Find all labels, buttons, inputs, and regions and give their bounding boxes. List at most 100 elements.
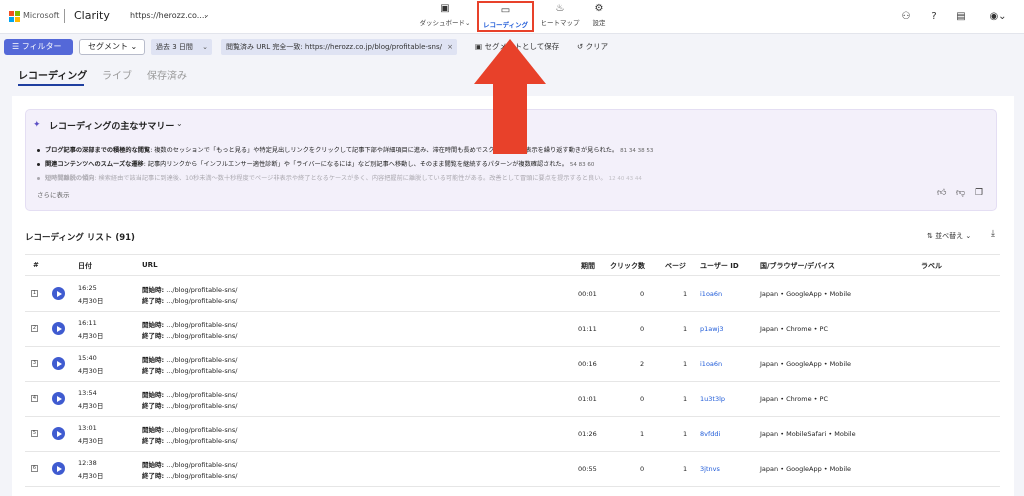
- row-date: 4月30日: [78, 437, 104, 445]
- row-duration: 01:11: [578, 325, 597, 333]
- clear-button[interactable]: ↺ クリア: [577, 39, 608, 55]
- play-button[interactable]: [52, 392, 65, 405]
- play-button[interactable]: [52, 357, 65, 370]
- close-icon[interactable]: ×: [447, 39, 453, 55]
- nav-dashboard[interactable]: ▣ ダッシュボード⌄: [418, 3, 472, 31]
- row-date: 4月30日: [78, 297, 104, 305]
- nav-heatmaps[interactable]: ♨ ヒートマップ: [538, 3, 582, 31]
- column-header-label: ラベル: [921, 262, 942, 270]
- row-end-url: 終了時: .../blog/profitable-sns/: [142, 402, 238, 410]
- tab-live[interactable]: ライブ: [102, 67, 132, 82]
- recording-list-title: レコーディング リスト (91): [25, 233, 135, 243]
- annotation-arrow-head: [474, 39, 546, 84]
- project-selector[interactable]: https://herozz.co....: [130, 11, 207, 20]
- row-index: 2: [31, 325, 38, 332]
- nav-recordings[interactable]: ▭ レコーディング: [477, 1, 534, 32]
- row-clicks: 0: [640, 395, 645, 403]
- row-date: 4月30日: [78, 402, 104, 410]
- row-environment: Japan • Chrome • PC: [760, 395, 829, 403]
- annotation-arrow-shaft: [493, 82, 527, 154]
- copy-icon[interactable]: ❐: [975, 188, 983, 198]
- column-header-num: #: [33, 261, 39, 269]
- row-environment: Japan • GoogleApp • Mobile: [760, 465, 852, 473]
- nav-recordings-label: レコーディング: [482, 21, 529, 29]
- column-header-environment: 国/ブラウザー/デバイス: [760, 262, 835, 270]
- row-start-url: 開始時: .../blog/profitable-sns/: [142, 426, 238, 434]
- row-date: 4月30日: [78, 332, 104, 340]
- row-environment: Japan • Chrome • PC: [760, 325, 829, 333]
- row-start-url: 開始時: .../blog/profitable-sns/: [142, 321, 238, 329]
- chevron-down-icon: ⌄: [128, 42, 138, 51]
- date-range-chip[interactable]: 過去 3 日間 ⌄: [151, 39, 212, 55]
- row-pages: 1: [683, 430, 688, 438]
- play-button[interactable]: [52, 287, 65, 300]
- row-user-id[interactable]: 3jtnvs: [700, 465, 720, 473]
- nav-settings-label: 設定: [592, 19, 606, 27]
- chevron-down-icon[interactable]: ⌄: [203, 10, 210, 19]
- row-clicks: 0: [640, 465, 645, 473]
- thumbs-down-icon[interactable]: 👎︎: [956, 188, 965, 198]
- row-index: 4: [31, 395, 38, 402]
- row-user-id[interactable]: 8vfddi: [700, 430, 720, 438]
- download-icon[interactable]: ⤓: [991, 229, 995, 239]
- top-bar: Microsoft Clarity https://herozz.co.... …: [0, 0, 1024, 34]
- row-clicks: 2: [640, 360, 645, 368]
- row-start-url: 開始時: .../blog/profitable-sns/: [142, 356, 238, 364]
- row-user-id[interactable]: 1u3t3lp: [700, 395, 725, 403]
- nav-settings[interactable]: ⚙ 設定: [588, 3, 610, 31]
- row-user-id[interactable]: i1oa6n: [700, 290, 722, 298]
- brand-divider: [64, 9, 65, 23]
- column-header-pages[interactable]: ページ: [665, 261, 686, 271]
- row-clicks: 1: [640, 430, 645, 438]
- nav-heatmaps-label: ヒートマップ: [540, 19, 580, 27]
- tab-recordings[interactable]: レコーディング: [18, 67, 87, 82]
- row-end-url: 終了時: .../blog/profitable-sns/: [142, 472, 238, 480]
- row-index: 3: [31, 360, 38, 367]
- segment-button[interactable]: セグメント ⌄: [79, 39, 145, 55]
- url-filter-chip[interactable]: 閲覧済み URL 完全一致: https://herozz.co.jp/blog…: [221, 39, 457, 55]
- column-header-clicks[interactable]: クリック数: [610, 261, 645, 271]
- sort-button[interactable]: ⇅ 並べ替え ⌄: [927, 231, 971, 241]
- row-end-url: 終了時: .../blog/profitable-sns/: [142, 332, 238, 340]
- row-end-url: 終了時: .../blog/profitable-sns/: [142, 437, 238, 445]
- people-icon[interactable]: ⚇: [900, 11, 912, 23]
- help-icon[interactable]: ?: [928, 11, 940, 23]
- column-header-url: URL: [142, 261, 158, 269]
- row-end-url: 終了時: .../blog/profitable-sns/: [142, 367, 238, 375]
- summary-bullet: ブログ記事の深部までの積極的な閲覧: 複数のセッションで「もっと見る」や特定見出…: [37, 145, 653, 154]
- filter-icon: ☰: [12, 42, 22, 51]
- row-date: 4月30日: [78, 367, 104, 375]
- row-duration: 01:01: [578, 395, 597, 403]
- active-tab-indicator: [18, 84, 84, 86]
- row-user-id[interactable]: i1oa6n: [700, 360, 722, 368]
- thumbs-up-icon[interactable]: 👍︎: [937, 188, 946, 198]
- dashboard-icon: ▣: [440, 3, 450, 14]
- tab-saved[interactable]: 保存済み: [147, 67, 187, 82]
- filter-button[interactable]: ☰ フィルター: [4, 39, 73, 55]
- row-pages: 1: [683, 395, 688, 403]
- chevron-down-icon[interactable]: ⌄: [176, 119, 183, 128]
- row-time: 16:11: [78, 319, 97, 327]
- summary-bullet: 関連コンテンツへのスムーズな遷移: 記事内リンクから「インフルエンサー適性診断」…: [37, 159, 594, 168]
- flame-icon: ♨: [555, 3, 565, 14]
- row-pages: 1: [683, 325, 688, 333]
- row-start-url: 開始時: .../blog/profitable-sns/: [142, 461, 238, 469]
- row-time: 13:01: [78, 424, 97, 432]
- row-pages: 1: [683, 360, 688, 368]
- column-header-date[interactable]: 日付: [78, 261, 92, 271]
- row-index: 1: [31, 290, 38, 297]
- account-icon[interactable]: ◉⌄: [988, 11, 1008, 23]
- summary-title: レコーディングの主なサマリー: [49, 122, 175, 132]
- show-more-link[interactable]: さらに表示: [37, 189, 70, 199]
- row-date: 4月30日: [78, 472, 104, 480]
- row-time: 12:38: [78, 459, 97, 467]
- play-button[interactable]: [52, 322, 65, 335]
- play-button[interactable]: [52, 462, 65, 475]
- nav-dashboard-label: ダッシュボード: [419, 19, 466, 27]
- brand-title[interactable]: Clarity: [74, 9, 110, 22]
- row-user-id[interactable]: p1awj3: [700, 325, 724, 333]
- play-button[interactable]: [52, 427, 65, 440]
- document-icon[interactable]: ▤: [955, 11, 967, 23]
- row-start-url: 開始時: .../blog/profitable-sns/: [142, 286, 238, 294]
- column-header-duration[interactable]: 期間: [581, 261, 595, 271]
